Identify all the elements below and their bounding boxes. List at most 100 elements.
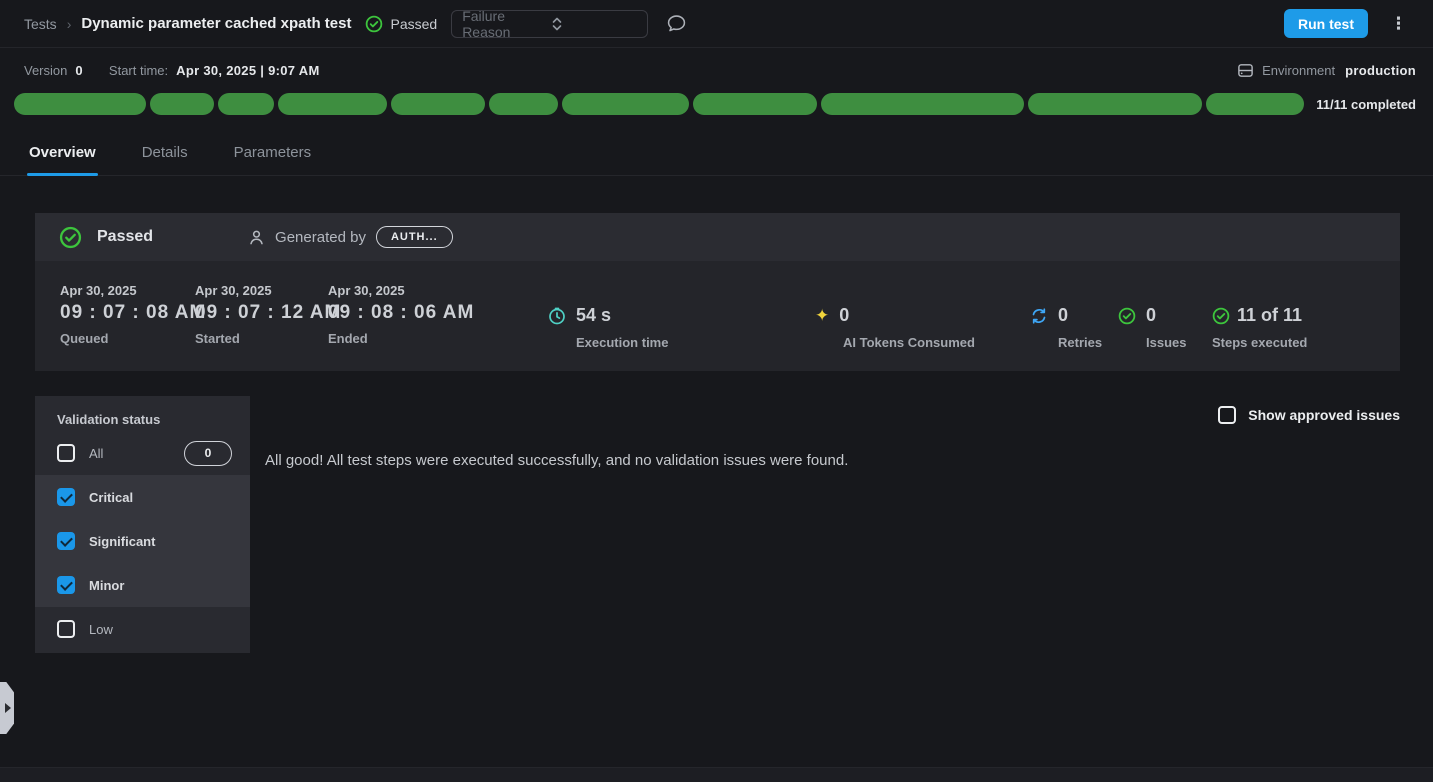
progress-segment-3[interactable] bbox=[218, 93, 274, 115]
start-time-label: Start time: bbox=[109, 63, 168, 78]
meta-row: Version 0 Start time: Apr 30, 2025 | 9:0… bbox=[0, 48, 1433, 92]
progress-completed-label: 11/11 completed bbox=[1316, 97, 1416, 112]
validation-filter-label: All bbox=[89, 446, 184, 461]
footer-band bbox=[0, 767, 1433, 782]
retries-metric: 0 Retries bbox=[1030, 305, 1102, 350]
started-date: Apr 30, 2025 bbox=[195, 283, 341, 298]
show-approved-checkbox[interactable] bbox=[1218, 406, 1236, 424]
steps-label: Steps executed bbox=[1212, 335, 1307, 350]
retries-value: 0 bbox=[1058, 305, 1068, 326]
validation-filter-label: Low bbox=[89, 622, 232, 637]
expand-handle-icon[interactable] bbox=[0, 682, 14, 734]
ai-tokens-value: 0 bbox=[839, 305, 849, 326]
breadcrumb-chevron-icon: › bbox=[67, 16, 72, 32]
validation-filter-all[interactable]: All0 bbox=[35, 431, 250, 475]
environment-label: Environment bbox=[1262, 63, 1335, 78]
tab-details[interactable]: Details bbox=[140, 134, 190, 175]
ended-label: Ended bbox=[328, 331, 474, 346]
run-test-button[interactable]: Run test bbox=[1284, 9, 1368, 38]
tab-overview[interactable]: Overview bbox=[27, 134, 98, 175]
generated-by-badge[interactable]: AUTH... bbox=[376, 226, 453, 248]
validation-filter-label: Significant bbox=[89, 534, 232, 549]
progress-row: 11/11 completed bbox=[0, 92, 1433, 116]
execution-time-metric: 54 s Execution time bbox=[548, 305, 668, 350]
steps-executed-metric: 11 of 11 Steps executed bbox=[1212, 305, 1307, 350]
retry-icon bbox=[1030, 307, 1048, 325]
ai-tokens-metric: ✦ 0 AI Tokens Consumed bbox=[815, 305, 975, 350]
all-count-badge: 0 bbox=[184, 441, 232, 466]
issues-label: Issues bbox=[1146, 335, 1186, 350]
validation-filter-significant[interactable]: Significant bbox=[35, 519, 250, 563]
tab-bar: Overview Details Parameters bbox=[0, 134, 1433, 176]
unfold-icon bbox=[551, 16, 640, 32]
progress-segment-4[interactable] bbox=[278, 93, 387, 115]
execution-time-value: 54 s bbox=[576, 305, 611, 326]
issues-check-icon bbox=[1118, 307, 1136, 325]
version-label: Version bbox=[24, 63, 67, 78]
progress-segment-7[interactable] bbox=[562, 93, 689, 115]
show-approved-issues-toggle[interactable]: Show approved issues bbox=[1218, 406, 1400, 424]
ended-time: 09 : 08 : 06 AM bbox=[328, 302, 474, 324]
environment-info: Environment production bbox=[1237, 62, 1416, 79]
run-summary-body: Apr 30, 2025 09 : 07 : 08 AM Queued Apr … bbox=[35, 261, 1400, 371]
checkbox-significant[interactable] bbox=[57, 532, 75, 550]
top-header-bar: Tests › Dynamic parameter cached xpath t… bbox=[0, 0, 1433, 48]
checkbox-minor[interactable] bbox=[57, 576, 75, 594]
tab-parameters[interactable]: Parameters bbox=[232, 134, 314, 175]
environment-value: production bbox=[1345, 63, 1416, 78]
retries-label: Retries bbox=[1058, 335, 1102, 350]
comment-icon[interactable] bbox=[666, 13, 687, 34]
status-label: Passed bbox=[390, 16, 437, 32]
queued-date: Apr 30, 2025 bbox=[60, 283, 206, 298]
validation-filter-minor[interactable]: Minor bbox=[35, 563, 250, 607]
progress-segment-5[interactable] bbox=[391, 93, 485, 115]
run-summary-card: Passed Generated by AUTH... Apr 30, 2025… bbox=[35, 213, 1400, 371]
ended-timestamp: Apr 30, 2025 09 : 08 : 06 AM Ended bbox=[328, 283, 474, 346]
queued-time: 09 : 07 : 08 AM bbox=[60, 302, 206, 324]
breadcrumb-tests-link[interactable]: Tests bbox=[24, 16, 57, 32]
run-summary-header: Passed Generated by AUTH... bbox=[35, 213, 1400, 261]
checkbox-critical[interactable] bbox=[57, 488, 75, 506]
validation-status-title: Validation status bbox=[35, 396, 250, 431]
test-status: Passed bbox=[365, 15, 437, 33]
ai-tokens-label: AI Tokens Consumed bbox=[843, 335, 975, 350]
clock-icon bbox=[548, 307, 566, 325]
all-good-message: All good! All test steps were executed s… bbox=[265, 452, 848, 469]
environment-icon bbox=[1237, 62, 1254, 79]
step-progress-bar bbox=[14, 93, 1304, 115]
version-value: 0 bbox=[75, 63, 83, 78]
progress-segment-10[interactable] bbox=[1028, 93, 1202, 115]
generated-by-label: Generated by bbox=[275, 229, 366, 246]
checkbox-all[interactable] bbox=[57, 444, 75, 462]
queued-timestamp: Apr 30, 2025 09 : 07 : 08 AM Queued bbox=[60, 283, 206, 346]
sparkle-icon: ✦ bbox=[815, 307, 829, 325]
checkbox-low[interactable] bbox=[57, 620, 75, 638]
validation-filter-low[interactable]: Low bbox=[35, 607, 250, 651]
progress-segment-11[interactable] bbox=[1206, 93, 1304, 115]
status-check-icon bbox=[365, 15, 383, 33]
progress-segment-9[interactable] bbox=[821, 93, 1024, 115]
failure-reason-placeholder: Failure Reason bbox=[462, 8, 551, 40]
validation-filter-label: Minor bbox=[89, 578, 232, 593]
progress-segment-8[interactable] bbox=[693, 93, 818, 115]
run-status-label: Passed bbox=[97, 228, 153, 246]
failure-reason-select[interactable]: Failure Reason bbox=[451, 10, 648, 38]
progress-segment-1[interactable] bbox=[14, 93, 146, 115]
queued-label: Queued bbox=[60, 331, 206, 346]
start-time-value: Apr 30, 2025 | 9:07 AM bbox=[176, 63, 319, 78]
execution-time-label: Execution time bbox=[576, 335, 668, 350]
started-label: Started bbox=[195, 331, 341, 346]
issues-metric: 0 Issues bbox=[1118, 305, 1186, 350]
started-timestamp: Apr 30, 2025 09 : 07 : 12 AM Started bbox=[195, 283, 341, 346]
validation-filter-label: Critical bbox=[89, 490, 232, 505]
show-approved-label: Show approved issues bbox=[1248, 407, 1400, 423]
validation-filter-critical[interactable]: Critical bbox=[35, 475, 250, 519]
steps-check-icon bbox=[1212, 307, 1230, 325]
kebab-menu-icon[interactable]: ⋮ bbox=[1390, 15, 1407, 32]
ended-date: Apr 30, 2025 bbox=[328, 283, 474, 298]
progress-segment-6[interactable] bbox=[489, 93, 558, 115]
passed-check-icon bbox=[59, 226, 82, 249]
validation-status-panel: Validation status All0 Critical Significan… bbox=[35, 396, 250, 653]
progress-segment-2[interactable] bbox=[150, 93, 214, 115]
person-icon bbox=[248, 229, 265, 246]
